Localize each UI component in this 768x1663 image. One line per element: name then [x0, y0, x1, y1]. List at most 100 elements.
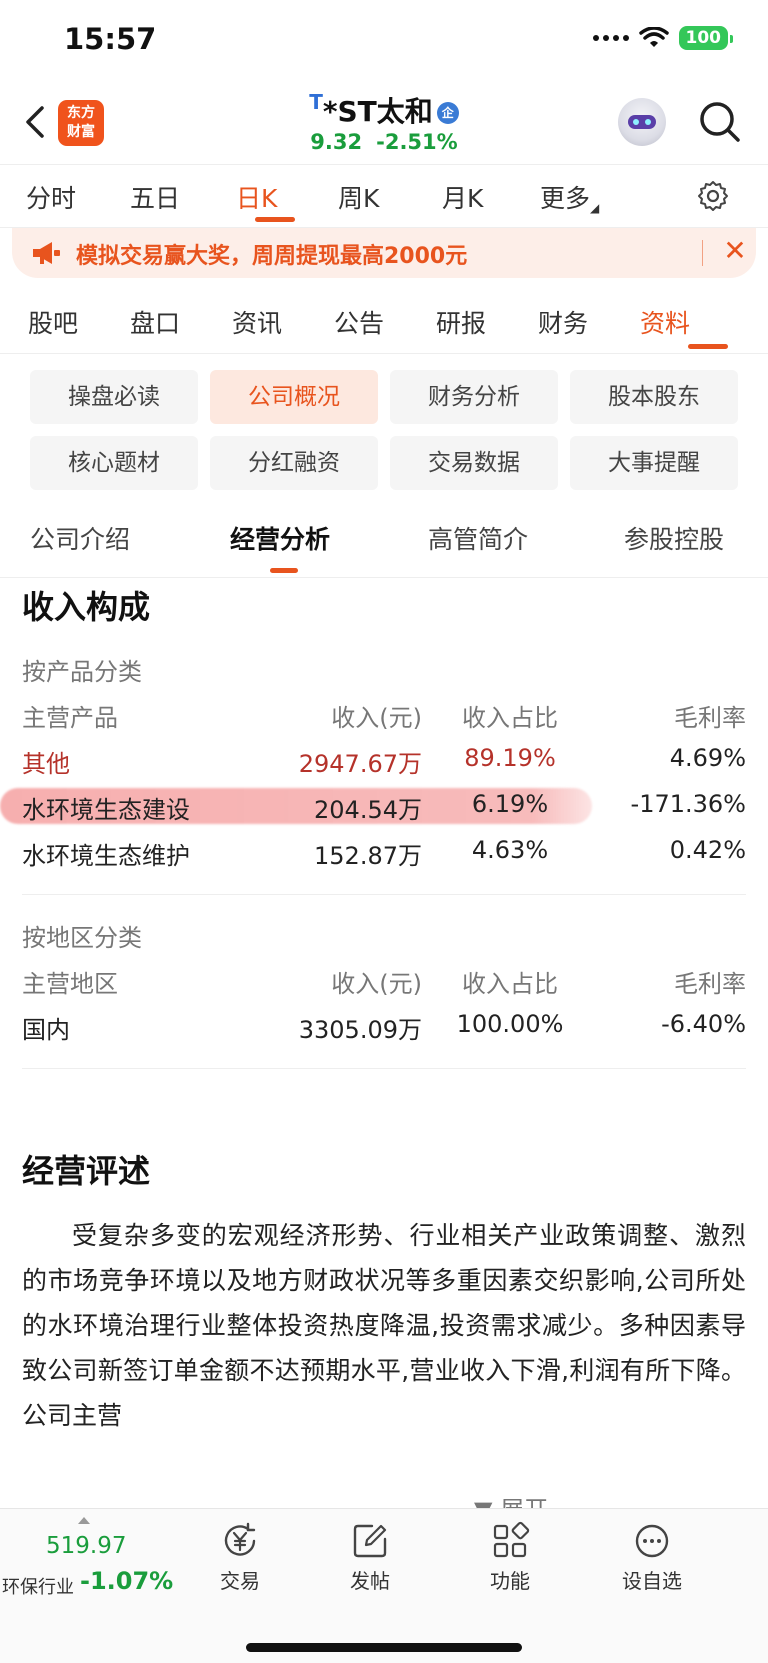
col-header-share: 收入占比	[462, 704, 558, 732]
tab-monthly-k[interactable]: 月K	[442, 179, 483, 215]
col-header-revenue: 收入(元)	[331, 704, 422, 732]
col-header-product: 主营产品	[22, 704, 118, 732]
battery-indicator: 100	[678, 26, 733, 50]
gear-icon	[698, 181, 728, 211]
status-bar: 15:57 100	[0, 0, 768, 84]
region-table-header: 主营地区 收入(元) 收入占比 毛利率	[0, 964, 768, 1004]
cell-share: 4.63%	[471, 836, 549, 864]
cell-margin: 0.42%	[669, 836, 746, 864]
table-row: 其他 2947.67万 89.19% 4.69%	[0, 744, 768, 784]
cell-revenue: 204.54万	[314, 796, 422, 824]
tab-guba[interactable]: 股吧	[28, 304, 78, 340]
sector-name: 环保行业	[2, 1577, 74, 1598]
sector-change: -1.07%	[80, 1567, 174, 1595]
chip-dividends[interactable]: 分红融资	[210, 436, 378, 490]
status-time: 15:57	[64, 22, 157, 56]
cell-share: 89.19%	[464, 744, 556, 772]
col-header-revenue: 收入(元)	[331, 970, 422, 998]
active-subtab-indicator	[270, 568, 298, 573]
tab-news[interactable]: 资讯	[232, 304, 282, 340]
cell-share: 6.19%	[471, 790, 549, 818]
tab-business-analysis[interactable]: 经营分析	[230, 520, 330, 556]
cell-revenue: 3305.09万	[298, 1016, 422, 1044]
tab-finance[interactable]: 财务	[538, 304, 588, 340]
cell-revenue: 2947.67万	[298, 750, 422, 778]
cell-product: 其他	[22, 750, 70, 778]
sector-value: 519.97	[46, 1533, 127, 1559]
tab-company-intro[interactable]: 公司介绍	[30, 520, 130, 556]
grid-icon	[493, 1521, 530, 1558]
chip-events[interactable]: 大事提醒	[570, 436, 738, 490]
review-text: 受复杂多变的宏观经济形势、行业相关产业政策调整、激烈的市场竞争环境以及地方财政状…	[22, 1221, 746, 1430]
tab-wuri[interactable]: 五日	[130, 179, 180, 215]
add-watchlist-button[interactable]: 设自选	[602, 1521, 702, 1601]
chip-financial-analysis[interactable]: 财务分析	[390, 370, 558, 424]
divider	[22, 894, 746, 895]
search-icon	[700, 102, 740, 142]
functions-button[interactable]: 功能	[460, 1521, 560, 1601]
status-icons: 100	[592, 26, 733, 50]
chip-must-read[interactable]: 操盘必读	[30, 370, 198, 424]
tab-executives[interactable]: 高管简介	[428, 520, 528, 556]
tab-announcements[interactable]: 公告	[334, 304, 384, 340]
chart-settings-button[interactable]	[696, 179, 730, 213]
chip-core-themes[interactable]: 核心题材	[30, 436, 198, 490]
sector-index[interactable]: 519.97 环保行业 -1.07%	[0, 1515, 174, 1605]
close-icon[interactable]: ✕	[720, 235, 750, 269]
cell-product: 水环境生态建设	[22, 796, 190, 824]
cell-margin: -171.36%	[630, 790, 746, 818]
search-button[interactable]	[696, 98, 744, 146]
tab-weekly-k[interactable]: 周K	[338, 179, 379, 215]
review-title: 经营评述	[22, 1152, 151, 1190]
tab-daily-k[interactable]: 日K	[236, 179, 277, 215]
chip-shareholders[interactable]: 股本股东	[570, 370, 738, 424]
by-region-label: 按地区分类	[22, 924, 142, 952]
promo-text: 模拟交易赢大奖，周周提现最高2000元	[76, 244, 468, 269]
stock-change: -2.51%	[376, 130, 458, 154]
t-mark: T	[309, 90, 323, 114]
promo-divider	[702, 240, 703, 266]
assistant-robot-icon[interactable]	[618, 98, 666, 146]
overview-sub-tabs: 公司介绍 经营分析 高管简介 参股控股	[0, 508, 768, 578]
active-section-indicator	[688, 344, 728, 349]
trade-button[interactable]: 交易	[190, 1521, 290, 1601]
divider	[22, 1068, 746, 1069]
tab-pankou[interactable]: 盘口	[130, 304, 180, 340]
col-header-share: 收入占比	[462, 970, 558, 998]
promo-banner[interactable]: 模拟交易赢大奖，周周提现最高2000元 ✕	[12, 228, 756, 278]
expand-icon: ▼	[474, 1496, 492, 1508]
chart-period-tabs: 分时 五日 日K 周K 月K 更多◢	[0, 164, 768, 228]
by-product-label: 按产品分类	[22, 658, 142, 686]
cell-product: 水环境生态维护	[22, 842, 190, 870]
tab-research[interactable]: 研报	[436, 304, 486, 340]
more-dots-icon	[635, 1524, 669, 1558]
tab-holdings[interactable]: 参股控股	[624, 520, 724, 556]
active-tab-indicator	[255, 217, 295, 222]
business-analysis-content: 收入构成 按产品分类 主营产品 收入(元) 收入占比 毛利率 其他 2947.6…	[0, 578, 768, 1508]
tab-profile[interactable]: 资料	[640, 304, 690, 340]
col-header-region: 主营地区	[22, 970, 118, 998]
tab-fenshi[interactable]: 分时	[26, 179, 76, 215]
enterprise-badge: 企	[436, 102, 459, 124]
megaphone-icon	[33, 242, 60, 264]
tab-more-label: 更多	[540, 184, 591, 213]
expand-up-icon	[78, 1517, 90, 1524]
trade-label: 交易	[220, 1569, 260, 1593]
chip-company-overview[interactable]: 公司概况	[210, 370, 378, 424]
stock-header: 东方 财富 T*ST太和企 9.32 -2.51%	[0, 84, 768, 164]
home-indicator	[246, 1643, 522, 1652]
cell-region: 国内	[22, 1016, 70, 1044]
cellular-signal-icon	[592, 35, 629, 41]
chip-trading-data[interactable]: 交易数据	[390, 436, 558, 490]
col-header-margin: 毛利率	[674, 704, 746, 732]
add-watchlist-label: 设自选	[622, 1569, 682, 1593]
tab-more[interactable]: 更多◢	[540, 179, 599, 215]
cell-margin: -6.40%	[661, 1010, 746, 1038]
expand-label: 展开	[500, 1496, 548, 1508]
post-button[interactable]: 发帖	[320, 1521, 420, 1601]
cell-margin: 4.69%	[669, 744, 746, 772]
expand-button[interactable]: ▼ 展开	[466, 1490, 549, 1508]
income-title: 收入构成	[22, 588, 151, 626]
functions-label: 功能	[490, 1569, 530, 1593]
stock-price: 9.32	[310, 130, 363, 154]
